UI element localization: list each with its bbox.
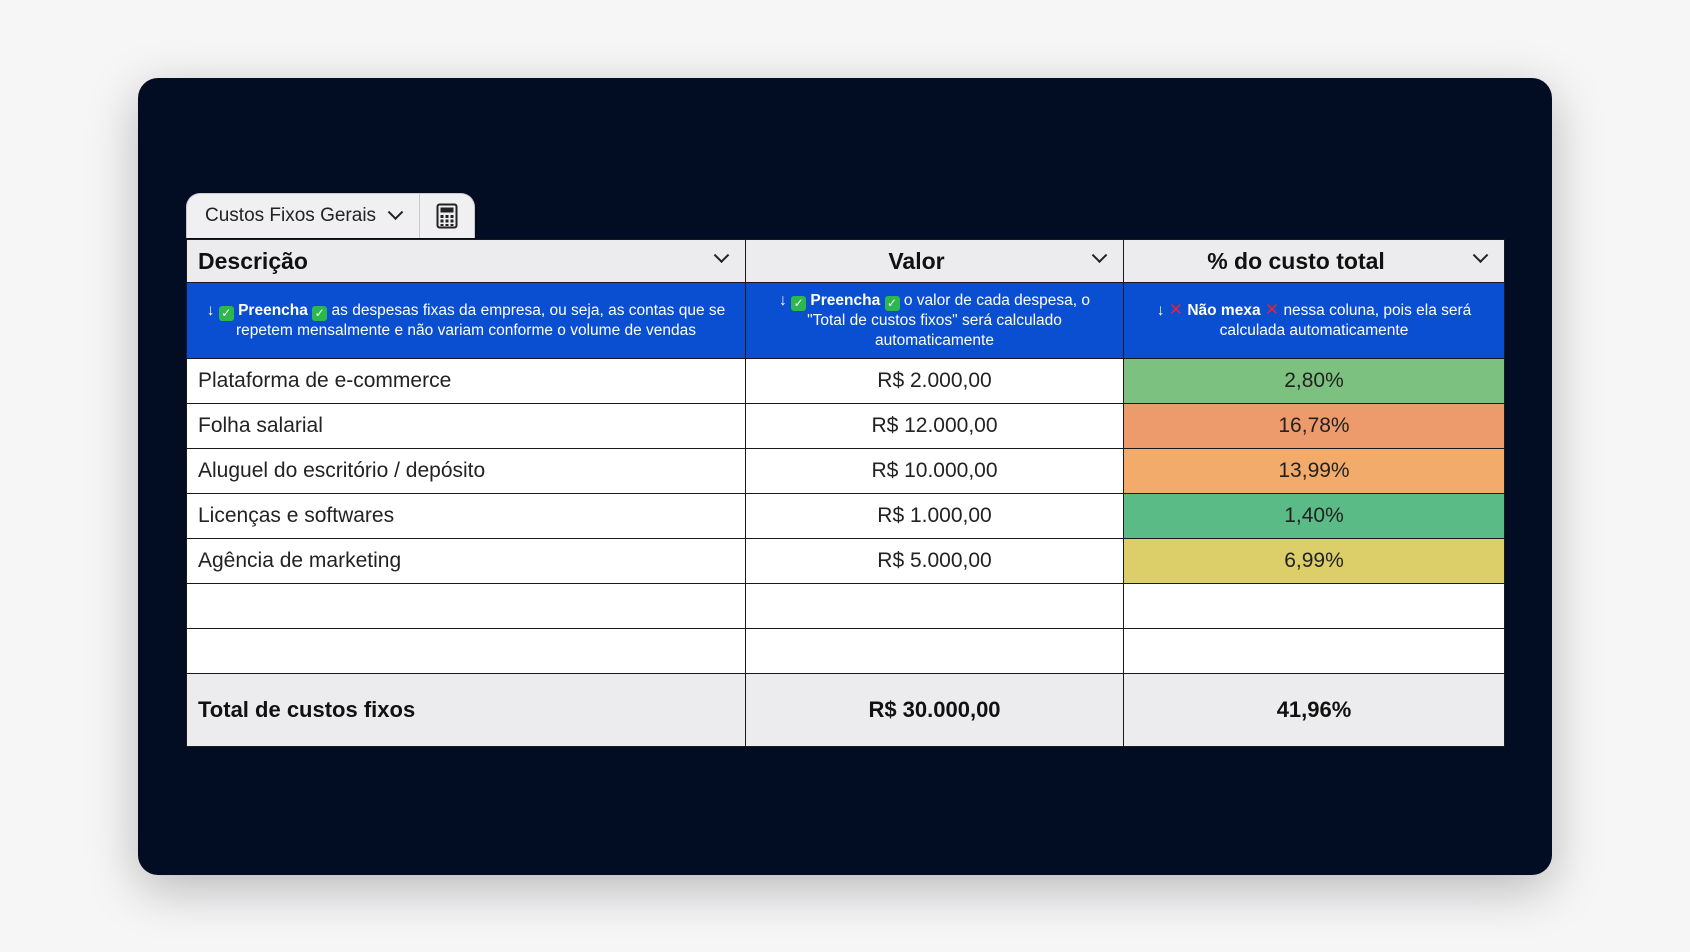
instruction-row: ↓ ✓ Preencha ✓ as despesas fixas da empr…: [186, 282, 1505, 359]
row-valor[interactable]: R$ 5.000,00: [745, 538, 1124, 584]
row-description[interactable]: [186, 583, 746, 629]
header-valor[interactable]: Valor: [745, 239, 1124, 283]
header-row: Descrição Valor % do custo total: [186, 239, 1505, 283]
row-description[interactable]: Aluguel do escritório / depósito: [186, 448, 746, 494]
row-valor[interactable]: R$ 12.000,00: [745, 403, 1124, 449]
instruction-percent[interactable]: ↓ ✕ Não mexa ✕ nessa coluna, pois ela se…: [1123, 282, 1505, 359]
instruction-valor[interactable]: ↓ ✓ Preencha ✓ o valor de cada despesa, …: [745, 282, 1124, 359]
row-percent[interactable]: [1123, 583, 1505, 629]
row-valor[interactable]: R$ 2.000,00: [745, 358, 1124, 404]
check-icon: ✓: [218, 305, 234, 321]
row-valor[interactable]: [745, 628, 1124, 674]
total-percent[interactable]: 41,96%: [1123, 673, 1505, 747]
check-icon: ✓: [312, 305, 328, 321]
header-descricao[interactable]: Descrição: [186, 239, 746, 283]
row-description[interactable]: Agência de marketing: [186, 538, 746, 584]
table-row: Aluguel do escritório / depósito R$ 10.00…: [186, 448, 1505, 494]
calculator-icon: [436, 203, 458, 229]
instruction-bold: Preencha: [810, 291, 881, 309]
table-row: [186, 583, 1505, 629]
header-percent[interactable]: % do custo total: [1123, 239, 1505, 283]
sheet-tab-custos-fixos[interactable]: Custos Fixos Gerais: [187, 194, 419, 238]
down-arrow-icon: ↓: [1156, 302, 1165, 319]
down-arrow-icon: ↓: [779, 291, 787, 309]
header-percent-label: % do custo total: [1207, 247, 1385, 274]
instruction-bold: Preencha: [238, 301, 308, 319]
row-description[interactable]: Licenças e softwares: [186, 493, 746, 539]
cross-icon: ✕: [1168, 300, 1184, 319]
down-arrow-icon: ↓: [206, 301, 215, 319]
row-valor[interactable]: R$ 1.000,00: [745, 493, 1124, 539]
fixed-costs-table: Descrição Valor % do custo total ↓ ✓ Pre…: [186, 239, 1505, 747]
sheet-tab-label: Custos Fixos Gerais: [205, 205, 377, 226]
table-row: [186, 628, 1505, 674]
total-label: Total de custos fixos: [186, 673, 746, 747]
row-percent[interactable]: 1,40%: [1123, 493, 1505, 539]
table-row: Plataforma de e-commerce R$ 2.000,00 2,80%: [186, 358, 1505, 404]
instruction-text: as despesas fixas da empresa, ou seja, a…: [235, 301, 726, 339]
check-icon: ✓: [884, 295, 900, 311]
row-valor[interactable]: R$ 10.000,00: [745, 448, 1124, 494]
row-valor[interactable]: [745, 583, 1124, 629]
total-valor[interactable]: R$ 30.000,00: [745, 673, 1124, 747]
chevron-down-icon: [387, 203, 404, 220]
row-description[interactable]: [186, 628, 746, 674]
row-percent[interactable]: 16,78%: [1123, 403, 1505, 449]
row-percent[interactable]: 13,99%: [1123, 448, 1505, 494]
dark-card: Custos Fixos Gerais Descrição Valor % do…: [138, 78, 1552, 875]
table-row: Licenças e softwares R$ 1.000,00 1,40%: [186, 493, 1505, 539]
check-icon: ✓: [791, 295, 807, 311]
header-valor-label: Valor: [888, 247, 945, 274]
row-description[interactable]: Plataforma de e-commerce: [186, 358, 746, 404]
row-percent[interactable]: 6,99%: [1123, 538, 1505, 584]
table-row: Folha salarial R$ 12.000,00 16,78%: [186, 403, 1505, 449]
total-row: Total de custos fixos R$ 30.000,00 41,96…: [186, 673, 1505, 747]
header-descricao-label: Descrição: [198, 247, 308, 274]
row-description[interactable]: Folha salarial: [186, 403, 746, 449]
row-percent[interactable]: 2,80%: [1123, 358, 1505, 404]
sheet-tabbar: Custos Fixos Gerais: [186, 193, 476, 238]
table-row: Agência de marketing R$ 5.000,00 6,99%: [186, 538, 1505, 584]
calculator-button[interactable]: [419, 194, 474, 238]
row-percent[interactable]: [1123, 628, 1505, 674]
instruction-descricao[interactable]: ↓ ✓ Preencha ✓ as despesas fixas da empr…: [186, 282, 746, 359]
cross-icon: ✕: [1264, 300, 1280, 319]
instruction-bold: Não mexa: [1187, 302, 1261, 319]
